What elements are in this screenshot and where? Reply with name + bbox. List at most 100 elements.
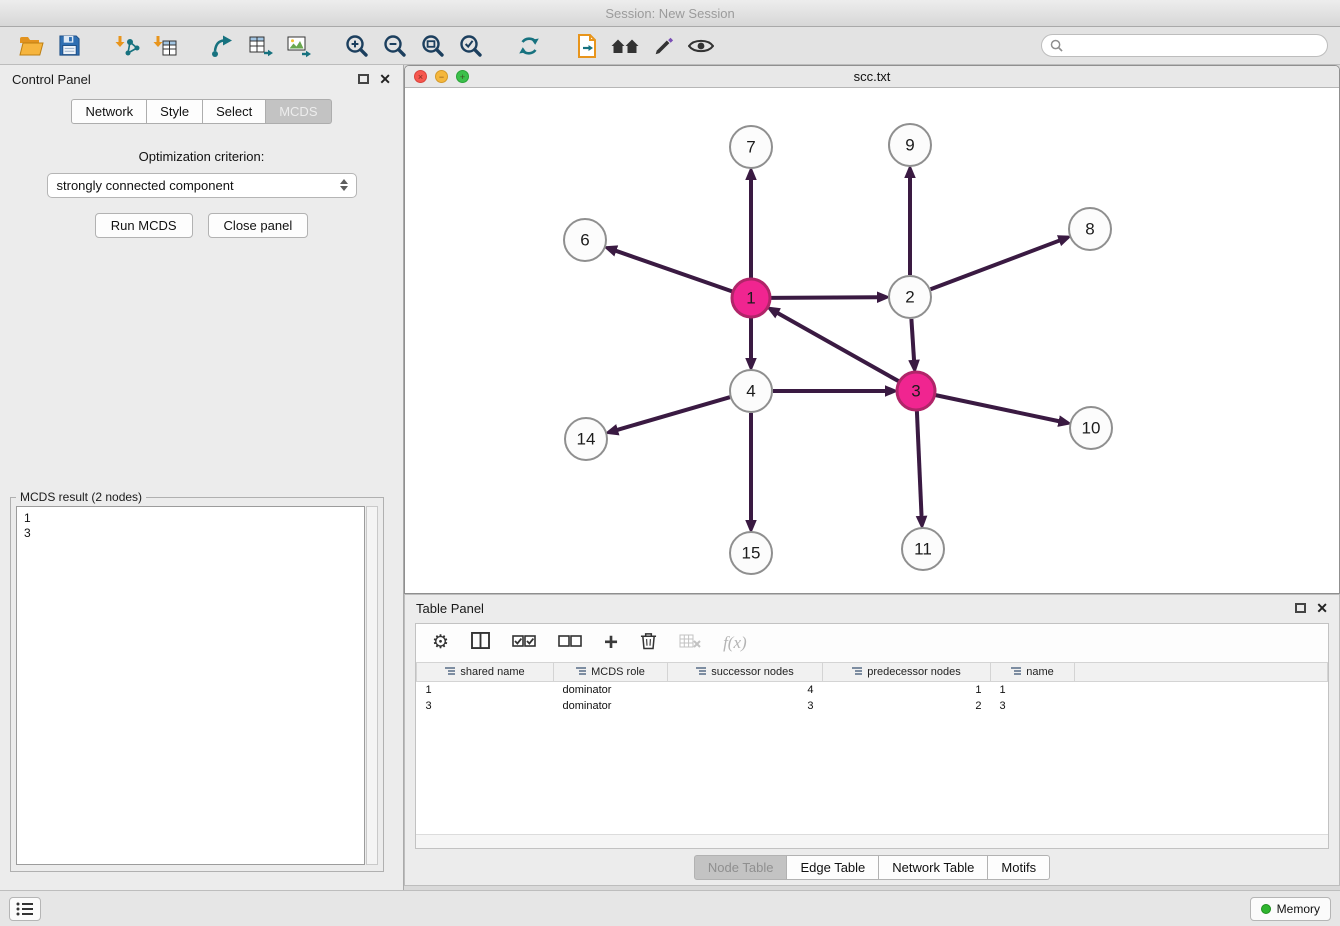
delete-column-button[interactable] [640,631,657,655]
graph-node-1[interactable]: 1 [732,279,770,317]
graph-edge-3-10[interactable] [936,395,1060,421]
column-header-mcds-role[interactable]: MCDS role [554,663,668,682]
graph-node-4[interactable]: 4 [730,370,772,412]
column-type-icon [576,666,586,676]
graph-node-15[interactable]: 15 [730,532,772,574]
graph-node-3[interactable]: 3 [897,372,935,410]
svg-text:10: 10 [1082,419,1101,438]
tab-network[interactable]: Network [71,99,147,124]
graph-edge-1-2[interactable] [771,297,878,298]
graph-edge-4-14[interactable] [617,397,730,430]
save-session-button[interactable] [50,30,88,62]
graph-node-10[interactable]: 10 [1070,407,1112,449]
column-layout-button[interactable] [471,632,490,654]
column-header-filler [1075,663,1328,682]
graph-edge-1-6[interactable] [615,251,732,292]
graph-node-8[interactable]: 8 [1069,208,1111,250]
graph-edge-3-1[interactable] [777,313,898,381]
table-row[interactable]: 3dominator323 [417,698,1328,714]
horizontal-scrollbar[interactable] [416,834,1328,848]
trash-icon [640,631,657,650]
function-builder-button[interactable]: f(x) [723,633,747,653]
table-panel-title: Table Panel [416,601,484,616]
tab-motifs[interactable]: Motifs [988,855,1050,880]
select-arrows-icon [340,179,348,191]
show-hide-button[interactable] [682,30,720,62]
deselect-all-columns-button[interactable] [558,634,582,653]
memory-button[interactable]: Memory [1250,897,1331,921]
mcds-result-text: 1 3 [16,506,365,865]
graph-node-2[interactable]: 2 [889,276,931,318]
tab-edge-table[interactable]: Edge Table [787,855,879,880]
graph-edge-2-3[interactable] [911,319,914,361]
tab-style[interactable]: Style [147,99,203,124]
zoom-in-icon [345,34,369,58]
export-table-button[interactable] [242,30,280,62]
window-zoom-icon[interactable]: + [456,70,469,83]
delete-table-button[interactable] [679,633,701,654]
list-menu-icon [16,902,34,916]
open-session-button[interactable] [12,30,50,62]
criterion-select[interactable]: strongly connected component [47,173,357,198]
float-panel-icon[interactable] [358,74,369,84]
graph-edge-3-11[interactable] [917,411,922,517]
graph-edge-2-8[interactable] [931,240,1060,289]
column-type-icon [696,666,706,676]
export-image-button[interactable] [280,30,318,62]
search-icon [1050,39,1063,57]
refresh-icon [517,34,541,58]
export-network-button[interactable] [204,30,242,62]
graph-node-14[interactable]: 14 [565,418,607,460]
svg-text:6: 6 [580,231,589,250]
tab-network-table[interactable]: Network Table [879,855,988,880]
tab-mcds[interactable]: MCDS [266,99,331,124]
network-home-button[interactable] [606,30,644,62]
optimization-criterion-label: Optimization criterion: [0,149,403,164]
graph-node-7[interactable]: 7 [730,126,772,168]
svg-text:7: 7 [746,138,755,157]
table-row[interactable]: 1dominator411 [417,682,1328,698]
close-panel-button[interactable]: Close panel [208,213,309,238]
zoom-fit-button[interactable] [414,30,452,62]
network-canvas[interactable]: 7 9 6 8 1 2 4 3 14 10 15 11 [405,88,1339,593]
zoom-in-button[interactable] [338,30,376,62]
memory-status-icon [1261,904,1271,914]
import-table-button[interactable] [146,30,184,62]
close-panel-icon[interactable]: ✕ [379,73,391,85]
export-image-icon [286,34,312,58]
graph-node-11[interactable]: 11 [902,528,944,570]
delete-table-icon [679,633,701,649]
node-table-body: 1dominator4113dominator323 [417,682,1328,714]
graph-node-9[interactable]: 9 [889,124,931,166]
graph-node-6[interactable]: 6 [564,219,606,261]
svg-text:15: 15 [742,544,761,563]
apply-layout-button[interactable] [510,30,548,62]
save-floppy-icon [58,34,81,57]
style-brush-button[interactable] [644,30,682,62]
tab-select[interactable]: Select [203,99,266,124]
document-arrow-icon [576,33,598,59]
task-history-button[interactable] [9,897,41,921]
svg-text:3: 3 [911,382,920,401]
float-table-panel-icon[interactable] [1295,603,1306,613]
import-network-button[interactable] [108,30,146,62]
unchecked-boxes-icon [558,634,582,648]
zoom-fit-icon [421,34,445,58]
select-all-columns-button[interactable] [512,634,536,653]
result-scrollbar[interactable] [366,506,378,865]
document-share-button[interactable] [568,30,606,62]
zoom-out-button[interactable] [376,30,414,62]
zoom-selected-button[interactable] [452,30,490,62]
table-settings-button[interactable]: ⚙ [432,633,449,653]
close-table-panel-icon[interactable]: ✕ [1316,602,1328,614]
column-header-predecessor-nodes[interactable]: predecessor nodes [823,663,991,682]
column-header-name[interactable]: name [991,663,1075,682]
column-header-shared-name[interactable]: shared name [417,663,554,682]
window-close-icon[interactable]: × [414,70,427,83]
run-mcds-button[interactable]: Run MCDS [95,213,193,238]
window-minimize-icon[interactable]: − [435,70,448,83]
search-input[interactable] [1041,34,1328,57]
tab-node-table[interactable]: Node Table [694,855,788,880]
column-header-successor-nodes[interactable]: successor nodes [668,663,823,682]
create-column-button[interactable]: + [604,633,618,653]
